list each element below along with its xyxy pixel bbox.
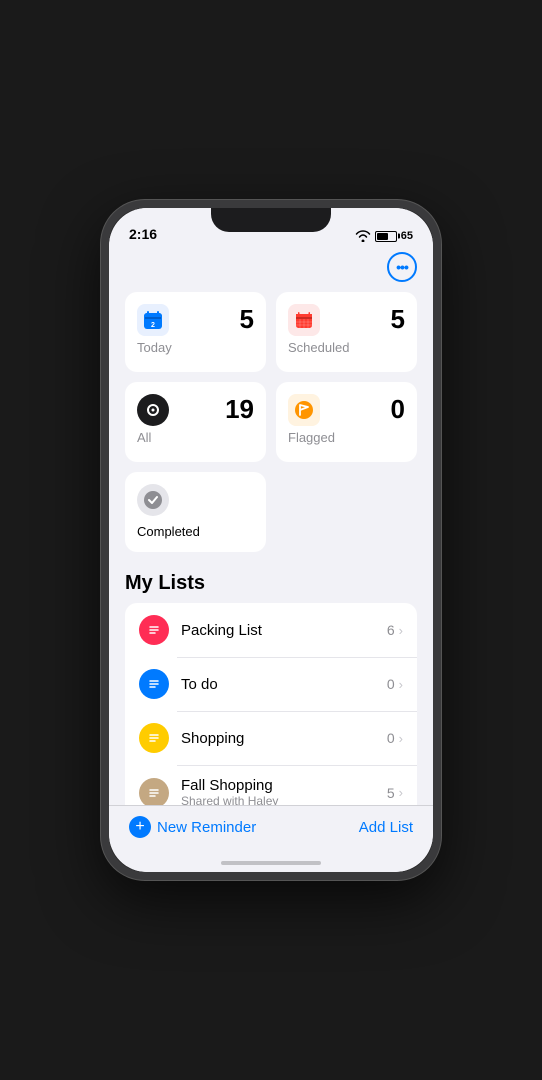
completed-icon [137,484,169,516]
fall-shopping-sub: Shared with Haley [181,794,387,805]
todo-list-count: 0 [387,676,395,692]
smart-card-today[interactable]: 2 5 Today [125,292,266,372]
add-list-button[interactable]: Add List [359,819,413,836]
shopping-list-icon [139,723,169,753]
todo-list-name: To do [181,676,387,693]
svg-text:2: 2 [151,322,155,329]
shopping-list-info: Shopping [181,730,387,747]
new-reminder-label: New Reminder [157,819,256,836]
fall-shopping-info: Fall Shopping Shared with Haley [181,777,387,805]
add-list-label: Add List [359,819,413,836]
list-item-fall-shopping[interactable]: Fall Shopping Shared with Haley 5 › [125,765,417,805]
new-reminder-plus-icon: + [129,816,151,838]
list-item-todo[interactable]: To do 0 › [125,657,417,711]
battery-icon [375,231,397,242]
flagged-icon [288,394,320,426]
packing-list-icon [139,615,169,645]
status-time: 2:16 [129,226,157,242]
completed-label: Completed [137,524,254,539]
todo-list-right: 0 › [387,676,403,692]
scheduled-label: Scheduled [288,340,405,355]
packing-list-right: 6 › [387,622,403,638]
top-bar: ••• [125,246,417,292]
todo-list-info: To do [181,676,387,693]
fall-shopping-name: Fall Shopping [181,777,387,794]
today-count: 5 [240,304,254,335]
smart-card-completed[interactable]: Completed [125,472,266,552]
today-label: Today [137,340,254,355]
all-icon [137,394,169,426]
shopping-list-right: 0 › [387,730,403,746]
more-dots-icon: ••• [396,260,408,274]
home-bar [221,861,321,865]
todo-list-icon [139,669,169,699]
fall-shopping-count: 5 [387,785,395,801]
phone-frame: 2:16 65 ••• [101,200,441,880]
flagged-label: Flagged [288,430,405,445]
home-indicator [109,854,433,872]
flagged-count: 0 [391,394,405,425]
packing-chevron-icon: › [399,623,403,638]
smart-card-all[interactable]: 19 All [125,382,266,462]
today-icon: 2 [137,304,169,336]
fall-shopping-chevron-icon: › [399,785,403,800]
packing-list-count: 6 [387,622,395,638]
wifi-icon [355,230,371,242]
packing-list-name: Packing List [181,622,387,639]
all-label: All [137,430,254,445]
notch [211,208,331,232]
scheduled-count: 5 [391,304,405,335]
my-lists-title: My Lists [125,572,417,595]
scheduled-icon [288,304,320,336]
todo-chevron-icon: › [399,677,403,692]
smart-card-flagged[interactable]: 0 Flagged [276,382,417,462]
fall-shopping-list-icon [139,778,169,806]
bottom-bar: + New Reminder Add List [109,805,433,854]
more-button[interactable]: ••• [387,252,417,282]
fall-shopping-right: 5 › [387,785,403,801]
list-item-shopping[interactable]: Shopping 0 › [125,711,417,765]
all-count: 19 [225,394,254,425]
lists-card: Packing List 6 › [125,603,417,805]
phone-screen: 2:16 65 ••• [109,208,433,872]
battery-percent: 65 [401,230,413,242]
smart-card-scheduled[interactable]: 5 Scheduled [276,292,417,372]
packing-list-info: Packing List [181,622,387,639]
shopping-list-name: Shopping [181,730,387,747]
shopping-chevron-icon: › [399,731,403,746]
new-reminder-button[interactable]: + New Reminder [129,816,256,838]
main-content: ••• [109,246,433,805]
battery-fill [377,233,389,240]
status-icons: 65 [355,230,413,242]
smart-grid: 2 5 Today [125,292,417,462]
list-item-packing[interactable]: Packing List 6 › [125,603,417,657]
shopping-list-count: 0 [387,730,395,746]
